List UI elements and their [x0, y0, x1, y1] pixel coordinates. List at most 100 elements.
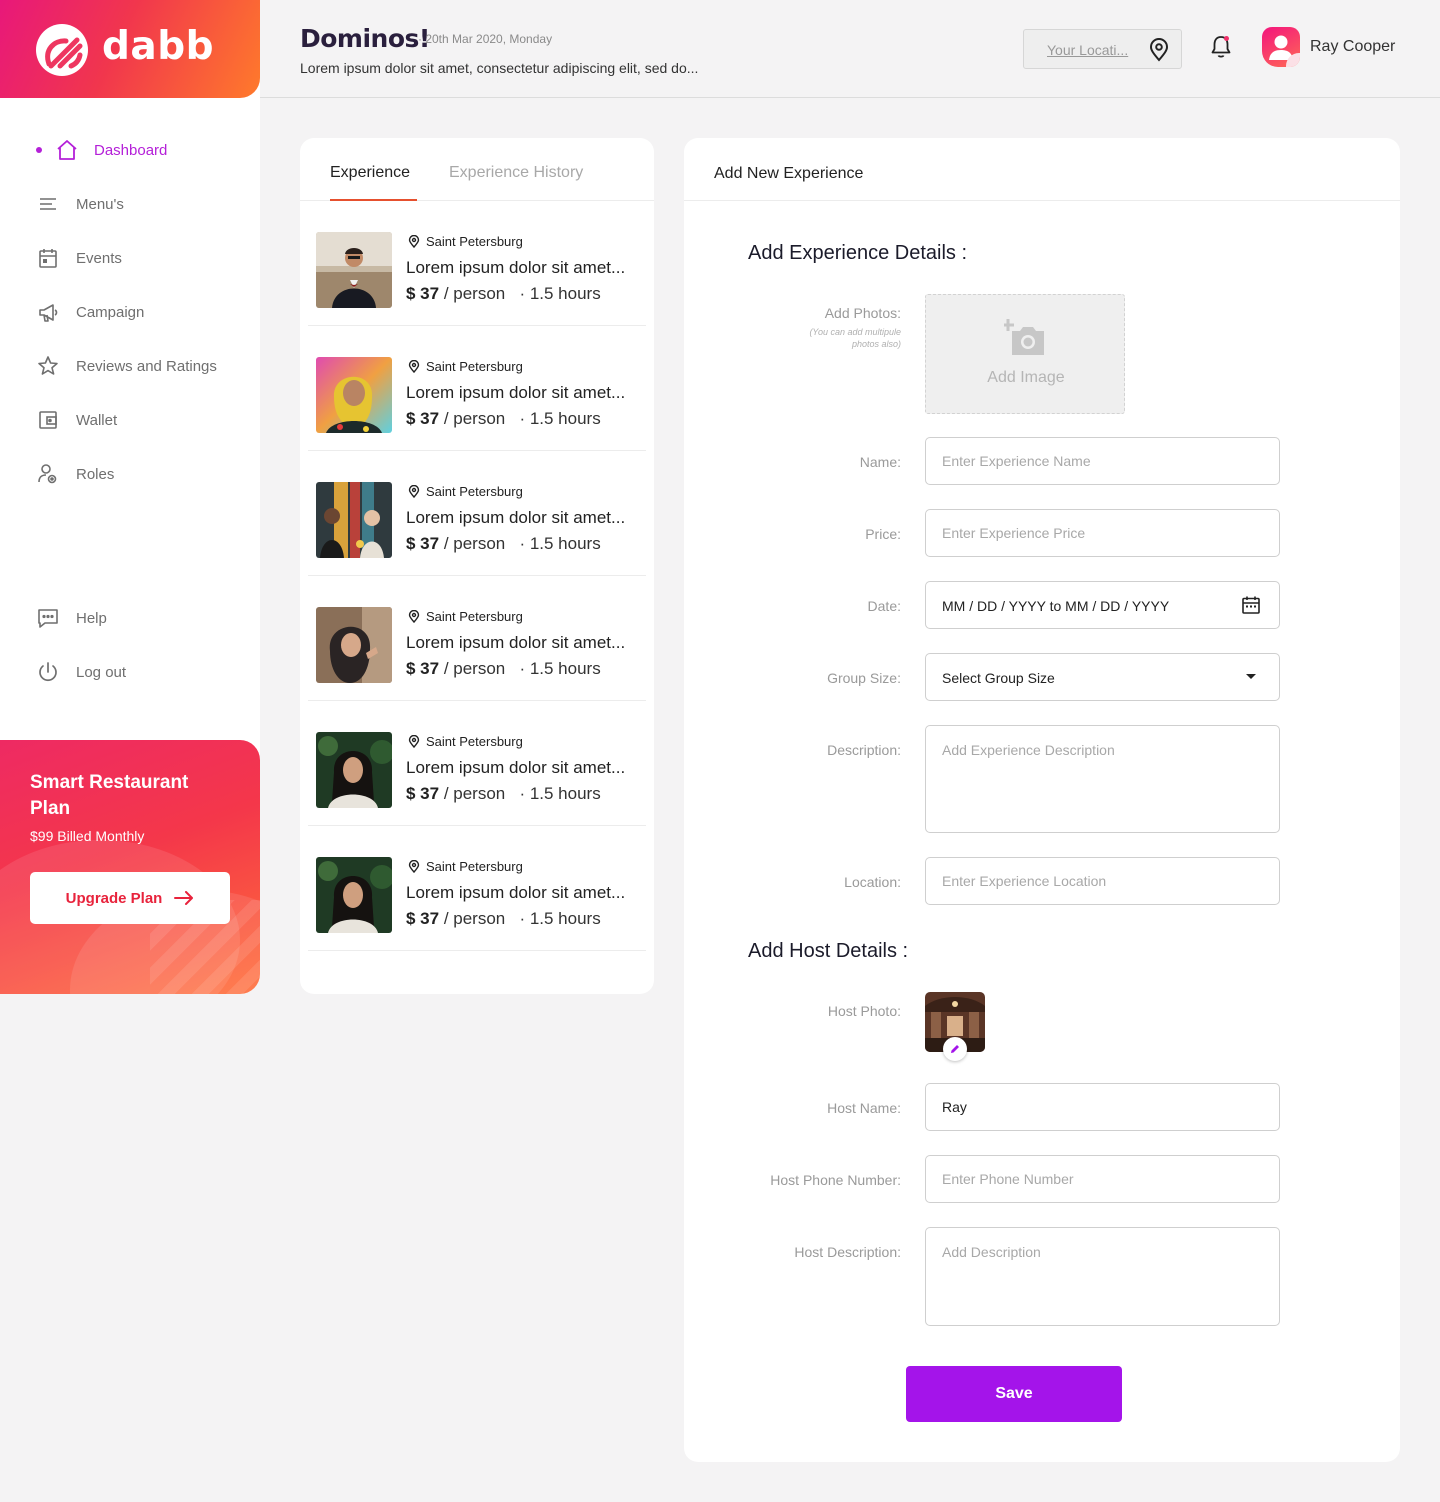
host-phone-input[interactable] — [925, 1155, 1280, 1203]
tab-experience-history[interactable]: Experience History — [449, 164, 583, 182]
experience-duration: · 1.5 hours — [519, 784, 601, 803]
experience-item[interactable]: Saint Petersburg Lorem ipsum dolor sit a… — [308, 701, 646, 826]
star-icon — [38, 356, 58, 375]
experience-item[interactable]: Saint Petersburg Lorem ipsum dolor sit a… — [308, 826, 646, 951]
experience-item[interactable]: Saint Petersburg Lorem ipsum dolor sit a… — [308, 326, 646, 451]
date-range-picker[interactable]: MM / DD / YYYY to MM / DD / YYYY — [925, 581, 1280, 629]
tab-experience[interactable]: Experience — [330, 164, 410, 182]
sidebar-item-help[interactable]: Help — [0, 591, 260, 645]
active-indicator — [36, 147, 42, 153]
experience-price: $ 37 — [406, 534, 440, 553]
experience-meta: $ 37 / person · 1.5 hours — [406, 284, 601, 304]
brand-logo[interactable]: dabb — [0, 0, 260, 98]
sidebar-item-label: Campaign — [76, 303, 145, 321]
calendar-icon — [39, 249, 57, 268]
experience-location: Saint Petersburg — [408, 734, 523, 749]
location-pin-icon — [408, 610, 420, 623]
experience-meta: $ 37 / person · 1.5 hours — [406, 659, 601, 679]
experience-details-heading: Add Experience Details : — [748, 242, 968, 264]
form-header: Add New Experience — [684, 138, 1400, 201]
experience-description-input[interactable] — [925, 725, 1280, 833]
sidebar-item-reviews[interactable]: Reviews and Ratings — [0, 339, 260, 393]
experience-duration: · 1.5 hours — [519, 659, 601, 678]
add-photo-icon — [1004, 319, 1044, 355]
avatar[interactable] — [1262, 27, 1300, 67]
add-experience-form: Add New Experience Add Experience Detail… — [684, 138, 1400, 1462]
experience-tabs: Experience Experience History — [300, 138, 654, 201]
power-icon — [39, 662, 57, 682]
location-text: Saint Petersburg — [426, 484, 523, 499]
add-image-label: Add Image — [987, 369, 1065, 386]
sidebar-item-campaign[interactable]: Campaign — [0, 285, 260, 339]
price-unit: / person — [443, 284, 506, 303]
sidebar-item-label: Reviews and Ratings — [76, 357, 217, 375]
experience-price: $ 37 — [406, 284, 440, 303]
name-label: Name: — [859, 454, 901, 470]
group-size-value: Select Group Size — [942, 670, 1055, 686]
experience-duration: · 1.5 hours — [519, 284, 601, 303]
experience-location-input[interactable] — [925, 857, 1280, 905]
notifications-button[interactable] — [1210, 34, 1232, 65]
map-pin-icon — [1149, 38, 1169, 62]
host-phone-label: Host Phone Number: — [770, 1172, 901, 1188]
price-unit: / person — [443, 909, 506, 928]
description-label: Description: — [827, 742, 901, 758]
notification-badge — [1224, 36, 1229, 41]
sidebar-item-logout[interactable]: Log out — [0, 645, 260, 699]
sidebar-item-label: Wallet — [76, 411, 118, 429]
sidebar-item-events[interactable]: Events — [0, 231, 260, 285]
location-pin-icon — [408, 485, 420, 498]
header-subtitle: Lorem ipsum dolor sit amet, consectetur … — [300, 60, 699, 76]
host-details-heading: Add Host Details : — [748, 940, 909, 962]
date-range-value: MM / DD / YYYY to MM / DD / YYYY — [942, 598, 1170, 614]
experience-price: $ 37 — [406, 409, 440, 428]
megaphone-icon — [39, 304, 58, 322]
user-name[interactable]: Ray Cooper — [1310, 38, 1395, 56]
host-name-input[interactable] — [925, 1083, 1280, 1131]
experience-item[interactable]: Saint Petersburg Lorem ipsum dolor sit a… — [308, 201, 646, 326]
sidebar-item-label: Help — [76, 609, 107, 627]
experience-meta: $ 37 / person · 1.5 hours — [406, 534, 601, 554]
chat-icon — [38, 609, 58, 628]
save-button[interactable]: Save — [906, 1366, 1122, 1422]
experience-item[interactable]: Saint Petersburg Lorem ipsum dolor sit a… — [308, 576, 646, 701]
page-title: Dominos! — [300, 24, 430, 53]
location-label: Location: — [844, 874, 901, 890]
group-size-select[interactable]: Select Group Size — [925, 653, 1280, 701]
add-image-button[interactable]: Add Image — [925, 294, 1125, 414]
location-pin-icon — [408, 360, 420, 373]
edit-host-photo-button[interactable] — [943, 1037, 967, 1061]
top-header: Dominos! · 20th Mar 2020, Monday Lorem i… — [260, 0, 1440, 98]
location-text: Your Locati... — [1047, 42, 1129, 58]
experience-price-input[interactable] — [925, 509, 1280, 557]
location-selector[interactable]: Your Locati... — [1023, 29, 1182, 69]
sidebar-item-menus[interactable]: Menu's — [0, 177, 260, 231]
experience-location: Saint Petersburg — [408, 609, 523, 624]
form-title: Add New Experience — [714, 165, 864, 182]
host-description-input[interactable] — [925, 1227, 1280, 1326]
brand-name: dabb — [102, 24, 215, 69]
location-text: Saint Petersburg — [426, 734, 523, 749]
experience-price: $ 37 — [406, 909, 440, 928]
sidebar-item-dashboard[interactable]: Dashboard — [0, 123, 260, 177]
location-text: Saint Petersburg — [426, 859, 523, 874]
experience-thumbnail — [316, 232, 392, 308]
roles-icon — [38, 464, 57, 484]
experience-price: $ 37 — [406, 784, 440, 803]
calendar-icon[interactable] — [1241, 595, 1261, 615]
host-description-label: Host Description: — [794, 1244, 901, 1260]
sidebar-item-roles[interactable]: Roles — [0, 447, 260, 501]
experience-duration: · 1.5 hours — [519, 909, 601, 928]
experience-item[interactable]: Saint Petersburg Lorem ipsum dolor sit a… — [308, 451, 646, 576]
experience-meta: $ 37 / person · 1.5 hours — [406, 409, 601, 429]
sidebar-item-label: Menu's — [76, 195, 124, 213]
price-unit: / person — [443, 659, 506, 678]
location-pin-icon — [408, 860, 420, 873]
header-date: · 20th Mar 2020, Monday — [418, 32, 553, 46]
sidebar-item-label: Events — [76, 249, 122, 267]
experience-list-card: Experience Experience History Saint Pete… — [300, 138, 654, 994]
date-label: Date: — [867, 598, 901, 614]
sidebar-item-wallet[interactable]: Wallet — [0, 393, 260, 447]
experience-name-input[interactable] — [925, 437, 1280, 485]
upgrade-plan-button[interactable]: Upgrade Plan — [30, 872, 230, 924]
